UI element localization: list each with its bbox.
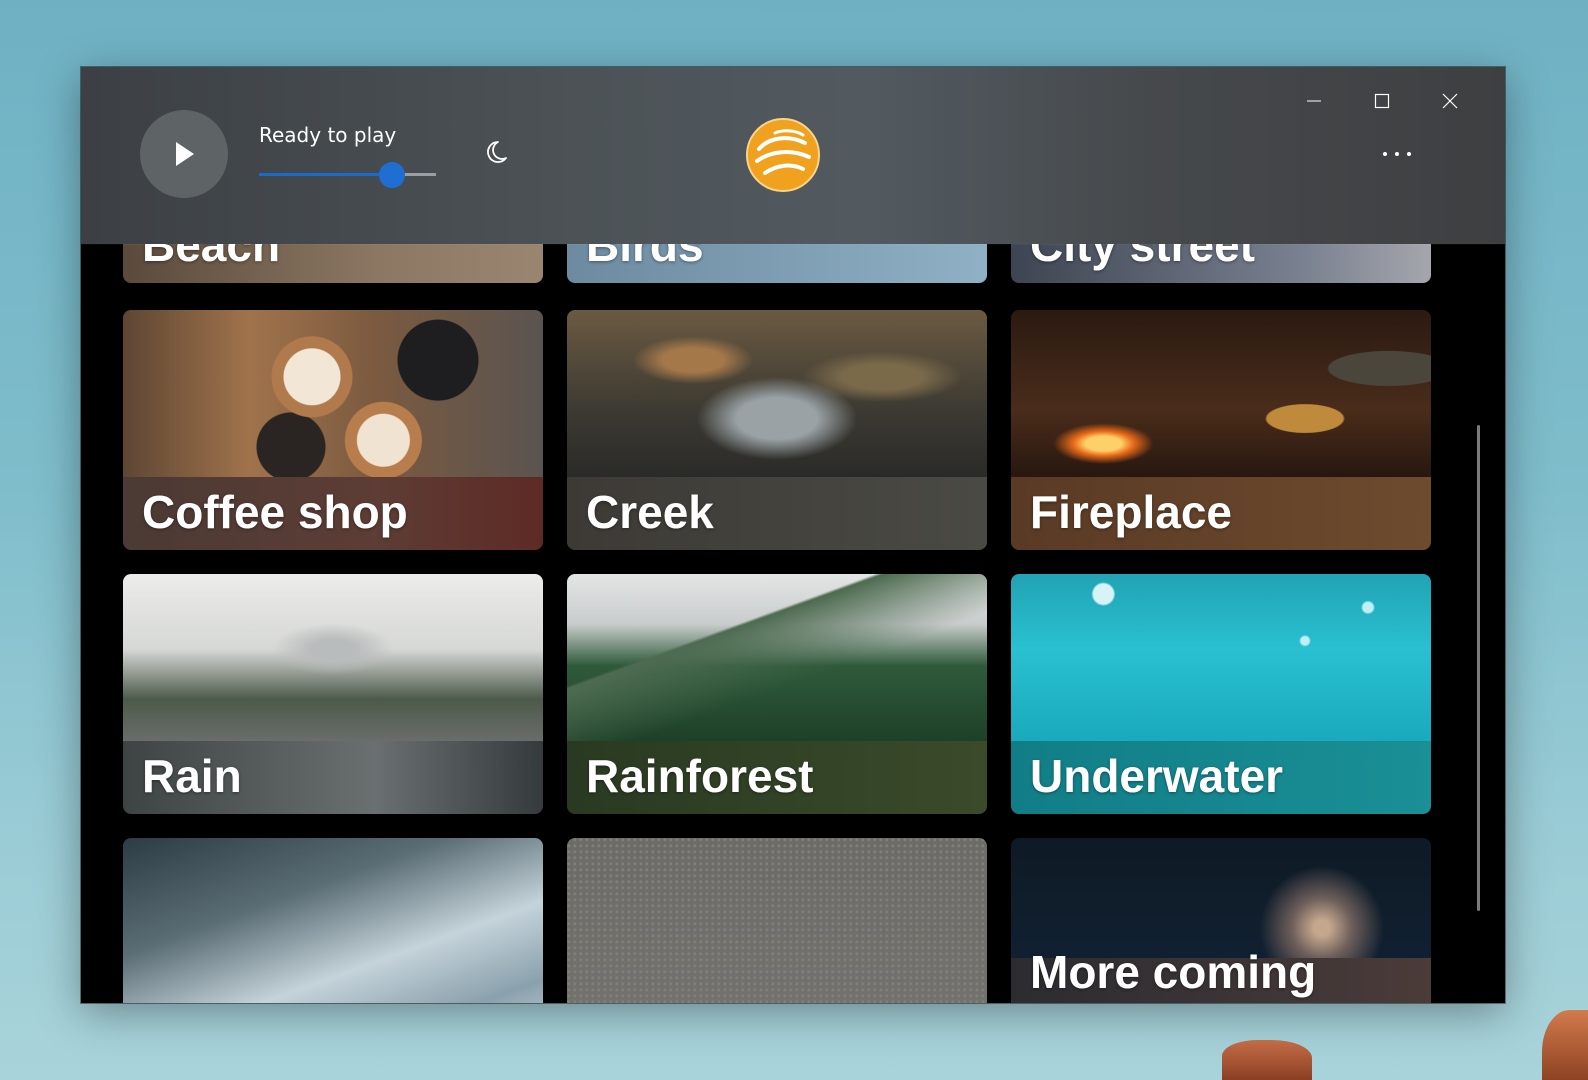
minimize-button[interactable] <box>1290 77 1338 125</box>
tile-rainforest[interactable]: Rainforest <box>567 574 987 814</box>
rainforest-image <box>567 574 987 741</box>
tile-label: Creek <box>586 486 714 538</box>
tile-label: Coffee shop <box>142 486 408 538</box>
app-window: Beach Birds City street Coffee shop Cree… <box>81 67 1505 1003</box>
play-button[interactable] <box>140 110 228 198</box>
maximize-button[interactable] <box>1358 77 1406 125</box>
vertical-scrollbar[interactable] <box>1477 425 1480 911</box>
moon-icon <box>487 141 507 163</box>
tile-coffee-shop[interactable]: Coffee shop <box>123 310 543 550</box>
volume-thumb[interactable] <box>378 162 405 188</box>
creek-image <box>567 310 987 477</box>
player-header: Ready to play <box>81 67 1505 244</box>
waterfall-image <box>123 838 543 1003</box>
tile-creek[interactable]: Creek <box>567 310 987 550</box>
tile-waterfall[interactable] <box>123 838 543 1003</box>
close-button[interactable] <box>1426 77 1474 125</box>
tile-label: Fireplace <box>1030 486 1232 538</box>
rain-image <box>123 574 543 741</box>
background-rock <box>1222 1040 1312 1080</box>
app-logo <box>746 118 820 192</box>
close-icon <box>1442 93 1458 109</box>
noise-image <box>567 838 987 1003</box>
tile-rain[interactable]: Rain <box>123 574 543 814</box>
maximize-icon <box>1374 93 1390 109</box>
underwater-image <box>1011 574 1431 741</box>
background-rock <box>1542 1010 1588 1080</box>
tile-fireplace[interactable]: Fireplace <box>1011 310 1431 550</box>
tile-white-noise[interactable] <box>567 838 987 1003</box>
fireplace-image <box>1011 310 1431 477</box>
more-options-button[interactable] <box>1373 137 1421 171</box>
tile-label: Rainforest <box>586 750 814 802</box>
volume-slider[interactable] <box>259 162 436 188</box>
play-icon <box>176 142 194 166</box>
tile-underwater[interactable]: Underwater <box>1011 574 1431 814</box>
tile-label: Underwater <box>1030 750 1284 802</box>
tile-more-coming[interactable]: More coming <box>1011 838 1431 1003</box>
sleep-timer-button[interactable] <box>481 137 511 167</box>
minimize-icon <box>1307 100 1321 102</box>
volume-fill <box>259 173 392 176</box>
more-icon <box>1383 152 1411 156</box>
tile-label: Rain <box>142 750 242 802</box>
player-status: Ready to play <box>259 123 397 147</box>
more-coming-image <box>1011 838 1431 958</box>
tile-label: More coming <box>1030 946 1317 998</box>
coffee-shop-image <box>123 310 543 477</box>
